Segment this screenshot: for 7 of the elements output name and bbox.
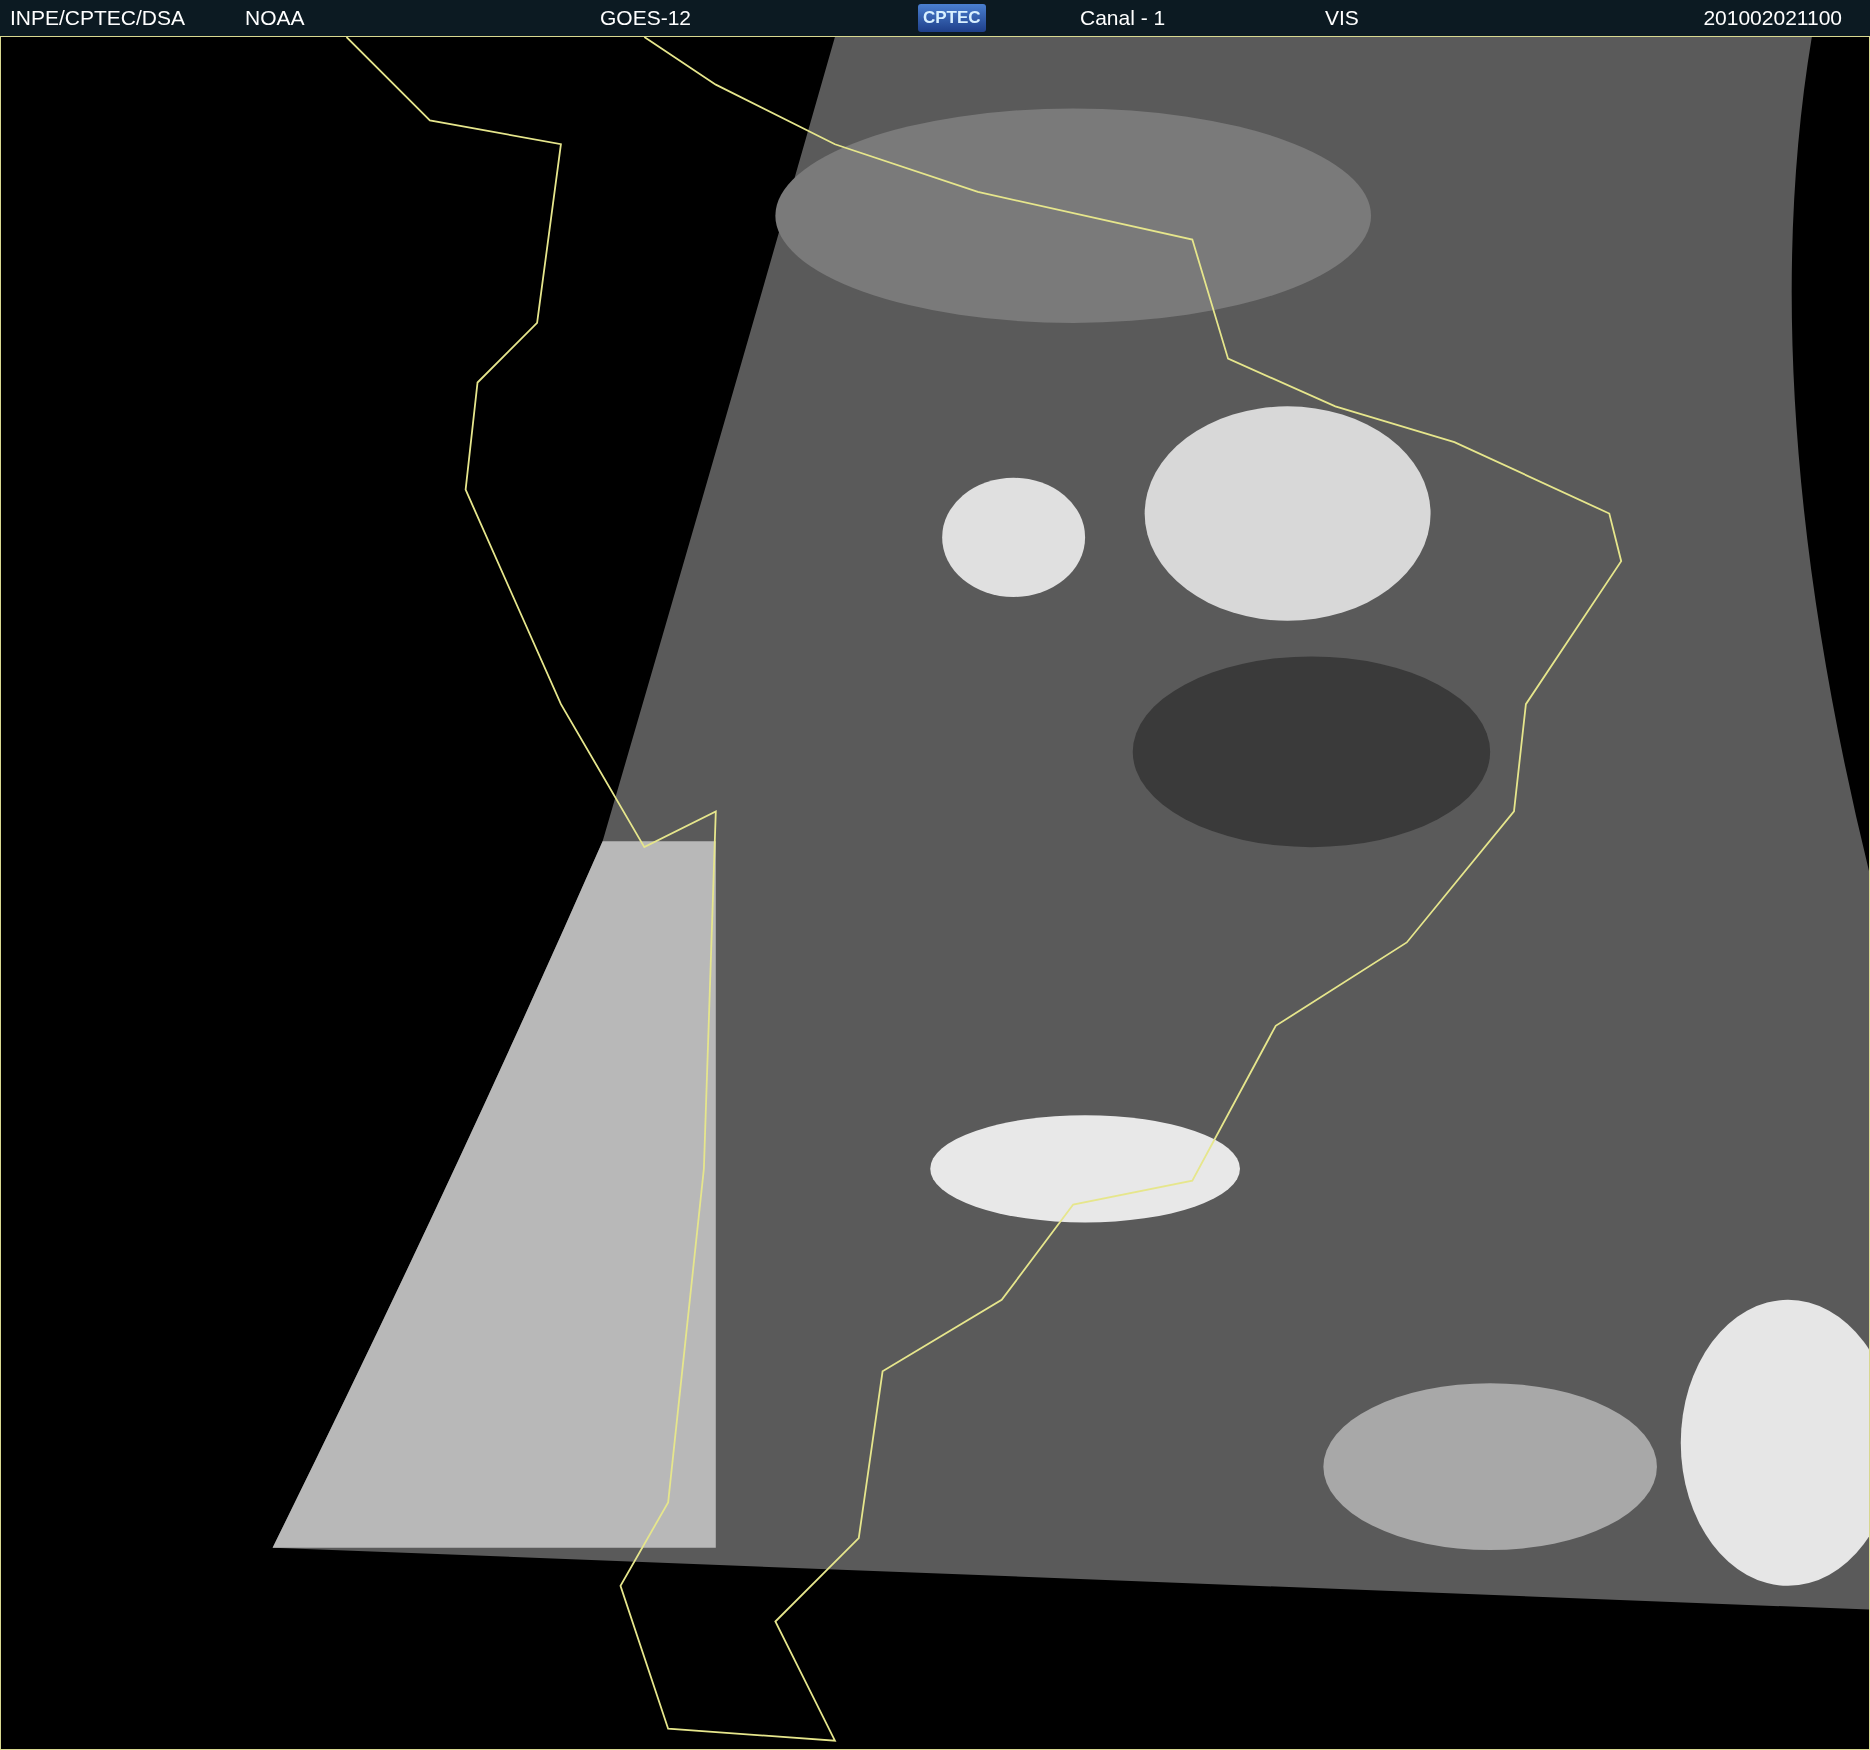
logo: CPTEC bbox=[918, 4, 986, 32]
header-label: NOAA bbox=[245, 6, 305, 30]
header-label: GOES-12 bbox=[600, 6, 692, 30]
header-label: Canal - 1 bbox=[1080, 6, 1166, 30]
header-label: VIS bbox=[1325, 6, 1359, 30]
header-label: 201002021100 bbox=[1703, 6, 1842, 30]
header-label: INPE/CPTEC/DSA bbox=[10, 6, 186, 30]
